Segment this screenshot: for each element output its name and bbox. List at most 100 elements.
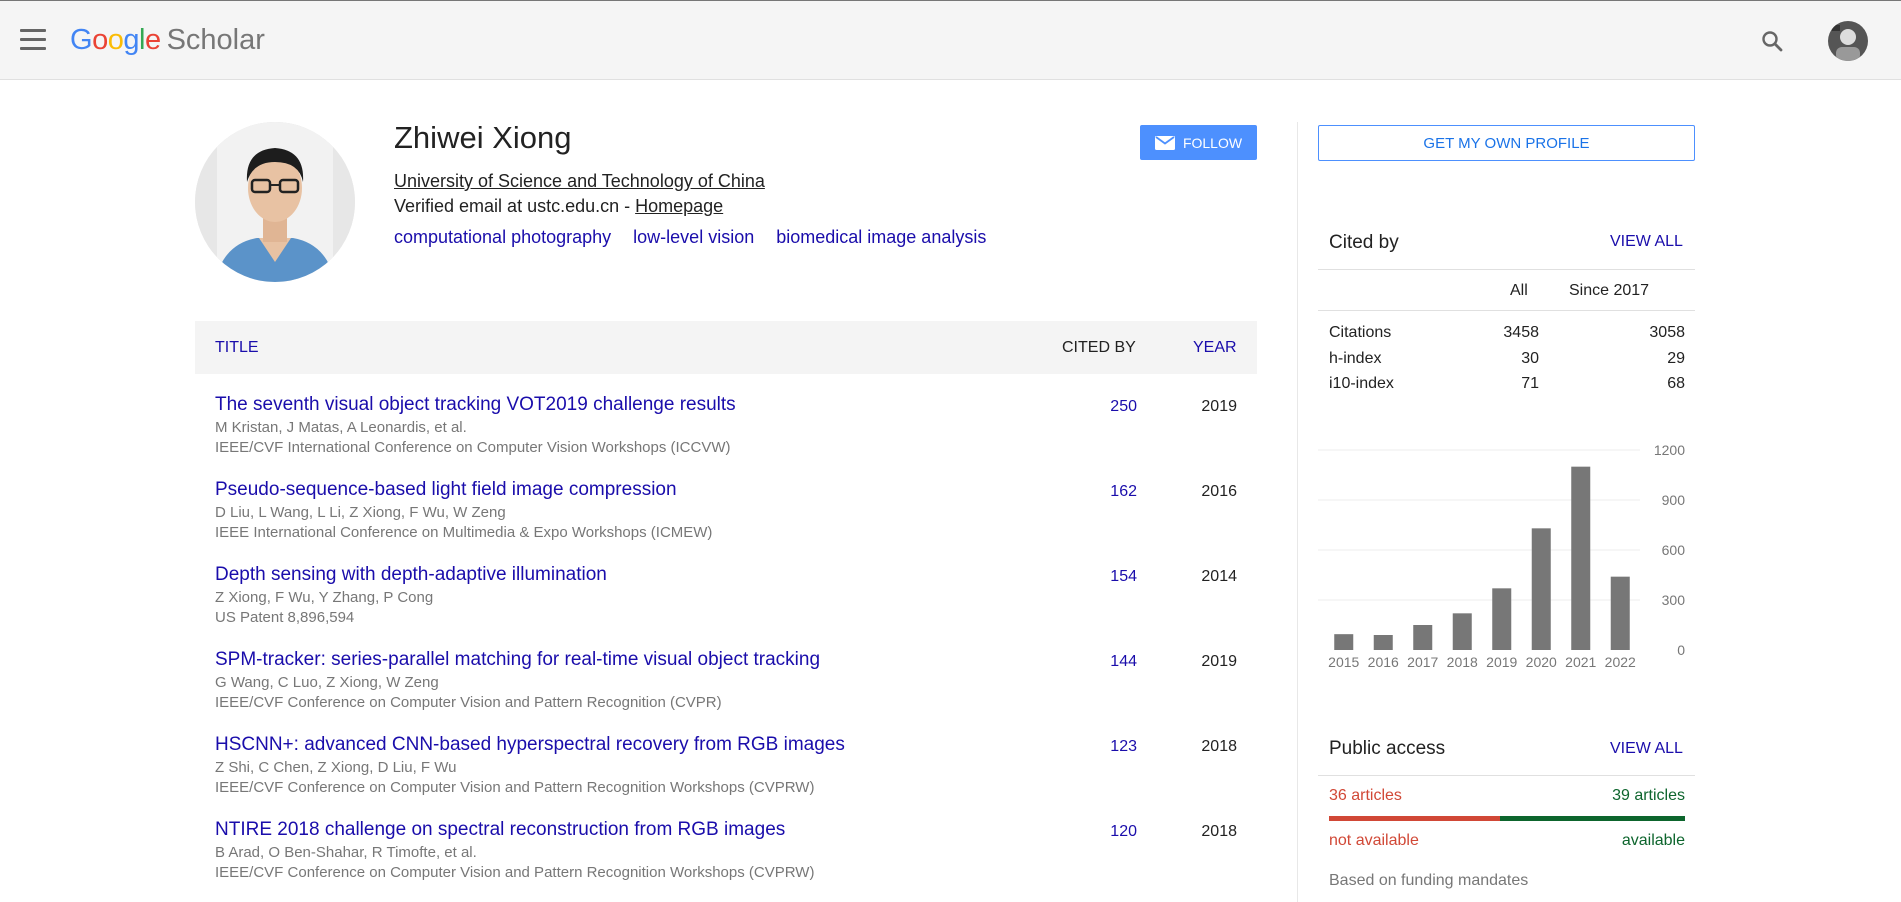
y-tick-label: 600 [1662,542,1686,558]
stats-row-i10-index: i10-index 71 68 [1329,375,1685,397]
public-access-title: Public access [1329,738,1446,759]
chart-bar-2019[interactable] [1492,588,1512,650]
chart-bar-2020[interactable] [1531,528,1551,650]
google-scholar-logo[interactable]: Google Scholar [70,21,265,59]
sort-by-year[interactable]: YEAR [1193,339,1237,357]
logo-google-wordmark: Google [70,24,161,56]
research-interests: computational photography low-level visi… [394,227,1003,248]
sort-by-title[interactable]: TITLE [215,339,259,357]
stats-column-all: All [1510,282,1528,299]
stat-label: h-index [1329,350,1382,367]
chart-bar-2015[interactable] [1334,634,1354,650]
verified-email-text: Verified email at ustc.edu.cn - [394,196,636,216]
citations-per-year-chart: 0 300 600 900 1200 2015 2016 2017 2018 2019 2020 20… [1318,442,1686,668]
stats-row-citations: Citations 3458 3058 [1329,324,1685,346]
stat-all: 30 [1521,350,1539,367]
public-access-bar [1329,816,1685,821]
x-tick-label: 2022 [1605,654,1636,668]
article-authors: G Wang, C Luo, Z Xiong, W Zeng [215,674,439,691]
mail-icon [1154,135,1175,150]
table-row: Depth sensing with depth-adaptive illumi… [195,560,1257,645]
chart-bar-2022[interactable] [1610,576,1630,650]
stat-all: 3458 [1503,324,1539,341]
x-tick-label: 2017 [1407,654,1438,668]
interest-link[interactable]: low-level vision [633,227,754,247]
cited-by-count-link[interactable]: 250 [1110,398,1137,416]
cited-by-count-link[interactable]: 144 [1110,653,1137,671]
profile-photo [195,122,355,282]
article-venue: IEEE/CVF Conference on Computer Vision a… [215,779,815,796]
interest-link[interactable]: biomedical image analysis [776,227,986,247]
article-year: 2018 [1201,738,1237,755]
cited-by-count-link[interactable]: 120 [1110,823,1137,841]
article-title-link[interactable]: The seventh visual object tracking VOT20… [215,394,736,416]
cited-by-column-header: CITED BY [1062,339,1136,356]
article-year: 2018 [1201,823,1237,840]
article-title-link[interactable]: NTIRE 2018 challenge on spectral reconst… [215,819,785,841]
logo-scholar-text: Scholar [166,24,265,56]
y-tick-label: 300 [1662,592,1686,608]
article-title-link[interactable]: SPM-tracker: series-parallel matching fo… [215,649,820,671]
search-icon[interactable] [1760,29,1784,53]
table-row: HSCNN+: advanced CNN-based hyperspectral… [195,730,1257,815]
article-venue: IEEE International Conference on Multime… [215,524,713,541]
follow-label: FOLLOW [1182,134,1243,151]
cited-by-count-link[interactable]: 123 [1110,738,1137,756]
article-title-link[interactable]: Depth sensing with depth-adaptive illumi… [215,564,607,586]
cited-by-count-link[interactable]: 162 [1110,483,1137,501]
cited-by-divider [1318,269,1695,270]
chart-bar-2017[interactable] [1413,625,1433,650]
top-app-bar: Google Scholar [0,0,1901,80]
chart-bar-2018[interactable] [1452,613,1472,650]
article-venue: IEEE/CVF International Conference on Com… [215,439,731,456]
stats-header-divider [1318,310,1695,311]
chart-bar-2016[interactable] [1373,635,1393,650]
not-available-count-link[interactable]: 36 articles [1329,787,1402,805]
article-authors: M Kristan, J Matas, A Leonardis, et al. [215,419,467,436]
available-label: available [1621,832,1685,849]
article-title-link[interactable]: Pseudo-sequence-based light field image … [215,479,677,501]
public-access-bar-unavailable-fill [1329,816,1500,821]
y-tick-label: 0 [1677,642,1685,658]
cited-by-count-link[interactable]: 154 [1110,568,1137,586]
article-venue: IEEE/CVF Conference on Computer Vision a… [215,694,722,711]
profile-name: Zhiwei Xiong [394,120,572,155]
article-venue: US Patent 8,896,594 [215,609,355,626]
article-year: 2016 [1201,483,1237,500]
x-tick-label: 2019 [1486,654,1517,668]
stat-label: Citations [1329,324,1392,341]
public-access-view-all-link[interactable]: VIEW ALL [1610,740,1683,758]
article-year: 2019 [1201,653,1237,670]
articles-table-header: TITLE CITED BY YEAR [195,321,1257,374]
articles-list: The seventh visual object tracking VOT20… [195,390,1257,900]
x-tick-label: 2016 [1368,654,1399,668]
x-tick-label: 2018 [1447,654,1478,668]
y-tick-label: 900 [1662,492,1686,508]
account-avatar[interactable] [1828,21,1868,61]
article-authors: D Liu, L Wang, L Li, Z Xiong, F Wu, W Ze… [215,504,506,521]
account-avatar-image [1828,21,1868,61]
y-tick-label: 1200 [1654,442,1685,458]
stats-column-since: Since 2017 [1569,282,1650,299]
hamburger-menu-icon[interactable] [20,29,46,51]
chart-bar-2021[interactable] [1571,466,1591,650]
funding-mandates-note: Based on funding mandates [1329,872,1529,889]
interest-link[interactable]: computational photography [394,227,611,247]
stats-row-h-index: h-index 30 29 [1329,350,1685,372]
article-year: 2014 [1201,568,1237,585]
article-title-link[interactable]: HSCNN+: advanced CNN-based hyperspectral… [215,734,845,756]
public-access-divider [1318,775,1695,776]
homepage-link[interactable]: Homepage [635,196,723,216]
stat-since: 29 [1667,350,1685,367]
stat-since: 3058 [1649,324,1685,341]
follow-button[interactable]: FOLLOW [1140,125,1257,160]
available-count-link[interactable]: 39 articles [1595,787,1685,805]
article-authors: Z Xiong, F Wu, Y Zhang, P Cong [215,589,434,606]
article-venue: IEEE/CVF Conference on Computer Vision a… [215,864,815,881]
affiliation-link[interactable]: University of Science and Technology of … [394,171,765,192]
cited-by-title: Cited by [1329,232,1399,253]
article-authors: B Arad, O Ben-Shahar, R Timofte, et al. [215,844,477,861]
table-row: Pseudo-sequence-based light field image … [195,475,1257,560]
cited-by-view-all-link[interactable]: VIEW ALL [1610,233,1683,251]
get-my-own-profile-button[interactable]: GET MY OWN PROFILE [1318,125,1695,161]
